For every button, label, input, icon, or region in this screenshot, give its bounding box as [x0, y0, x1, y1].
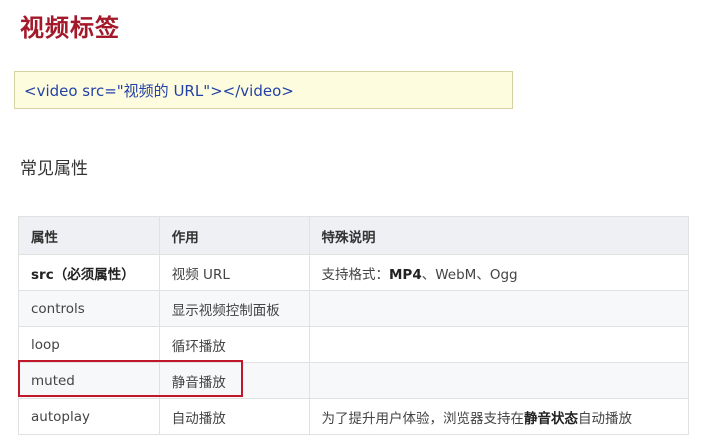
note-text: 为了提升用户体验，浏览器支持在	[321, 410, 525, 427]
note-bold-text: 静音状态	[524, 410, 578, 427]
note-cell	[308, 326, 689, 363]
attr-cell: src（必须属性）	[18, 254, 160, 291]
table-header-cell: 特殊说明	[308, 216, 689, 255]
attributes-table: 属性 作用 特殊说明 src（必须属性） 视频 URL 支持格式：MP4、Web…	[18, 216, 689, 435]
table-row: muted 静音播放	[18, 362, 689, 399]
attr-cell: controls	[18, 290, 160, 327]
note-text: 自动播放	[578, 410, 632, 427]
attr-cell: autoplay	[18, 398, 160, 435]
purpose-cell: 循环播放	[158, 326, 310, 363]
purpose-cell: 视频 URL	[158, 254, 310, 291]
attr-name: src（必须属性）	[31, 266, 135, 283]
attr-cell: loop	[18, 326, 160, 363]
attr-cell: muted	[18, 362, 160, 399]
note-text: 、WebM、Ogg	[421, 266, 518, 283]
note-cell	[308, 362, 689, 399]
table-row: autoplay 自动播放 为了提升用户体验，浏览器支持在静音状态自动播放	[18, 398, 689, 435]
note-bold-text: MP4	[389, 266, 422, 283]
page: 视频标签 <video src="视频的 URL"></video> 常见属性 …	[0, 0, 705, 448]
table-header-cell: 属性	[18, 216, 160, 255]
table-header-cell: 作用	[158, 216, 310, 255]
code-example-box: <video src="视频的 URL"></video>	[14, 71, 513, 109]
page-title: 视频标签	[20, 14, 120, 42]
purpose-cell: 自动播放	[158, 398, 310, 435]
code-example-text: <video src="视频的 URL"></video>	[24, 81, 294, 100]
purpose-cell: 静音播放	[158, 362, 310, 399]
table-row: src（必须属性） 视频 URL 支持格式：MP4、WebM、Ogg	[18, 254, 689, 291]
note-cell: 为了提升用户体验，浏览器支持在静音状态自动播放	[308, 398, 689, 435]
note-text: 支持格式：	[321, 266, 390, 283]
table-row: loop 循环播放	[18, 326, 689, 363]
note-cell	[308, 290, 689, 327]
table-header-row: 属性 作用 特殊说明	[18, 216, 689, 255]
note-cell: 支持格式：MP4、WebM、Ogg	[308, 254, 689, 291]
table-row: controls 显示视频控制面板	[18, 290, 689, 327]
purpose-cell: 显示视频控制面板	[158, 290, 310, 327]
section-subtitle: 常见属性	[20, 159, 88, 179]
